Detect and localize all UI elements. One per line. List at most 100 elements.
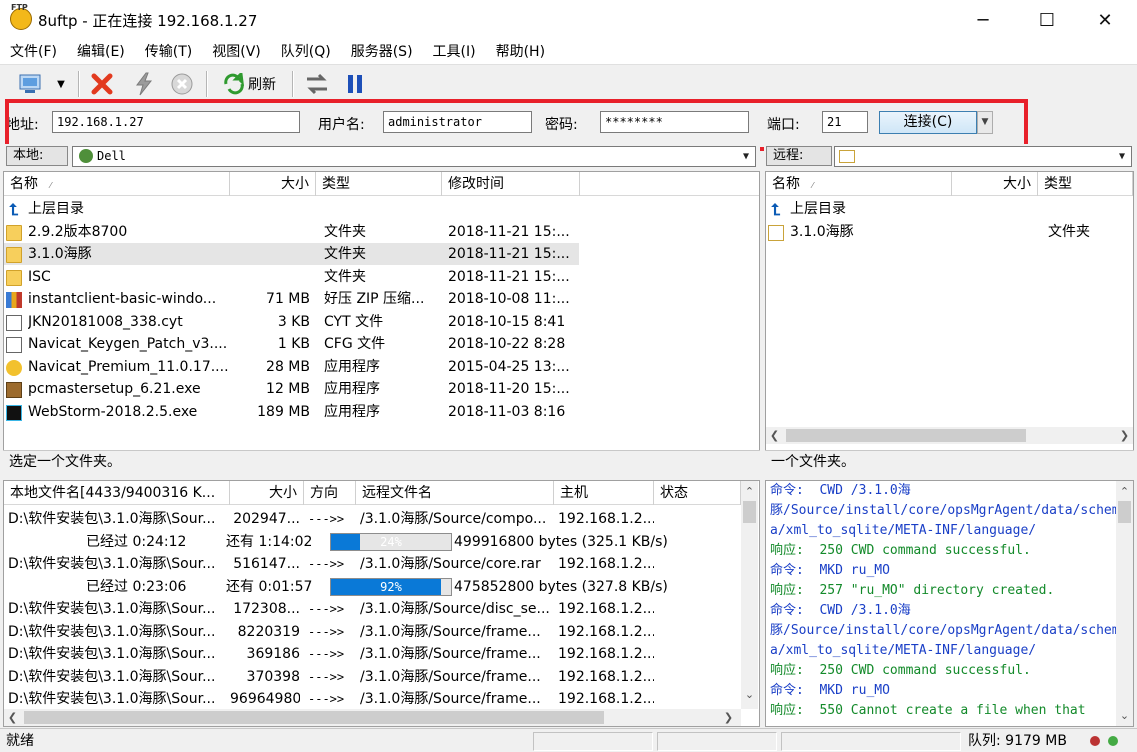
- file-type: 文件夹: [324, 268, 366, 285]
- scroll-right-icon[interactable]: ❯: [1116, 427, 1133, 444]
- file-row[interactable]: Navicat_Keygen_Patch_v3.... 1 KB CFG 文件 201…: [4, 333, 759, 355]
- queue-col-status[interactable]: 状态: [654, 481, 741, 505]
- file-size: 3 KB: [277, 313, 310, 330]
- queue-size: 202947...: [233, 511, 300, 527]
- scroll-thumb[interactable]: [743, 501, 756, 523]
- file-size: 1 KB: [277, 336, 310, 352]
- password-field[interactable]: ********: [600, 111, 749, 133]
- menu-item[interactable]: 视图(V): [202, 40, 271, 64]
- menu-item[interactable]: 帮助(H): [486, 40, 555, 64]
- file-row[interactable]: ISC 文件夹 2018-11-21 15:...: [4, 266, 759, 288]
- refresh-button[interactable]: 刷新: [216, 71, 282, 97]
- remote-col-type[interactable]: 类型: [1038, 172, 1133, 196]
- remote-col-size[interactable]: 大小: [952, 172, 1038, 196]
- log-line: 响应: 250 CWD command successful.: [770, 663, 1031, 678]
- local-path-combo[interactable]: Dell ▼: [72, 146, 756, 167]
- port-field[interactable]: 21: [822, 111, 868, 133]
- connect-button[interactable]: 连接(C): [879, 111, 977, 134]
- scroll-down-icon[interactable]: ⌄: [1116, 707, 1133, 724]
- queue-remote-name: /3.1.0海豚/Source/core.rar: [360, 556, 541, 572]
- scroll-thumb[interactable]: [786, 429, 1026, 442]
- chevron-down-icon[interactable]: ▼: [1113, 147, 1131, 166]
- menu-item[interactable]: 编辑(E): [67, 40, 135, 64]
- scroll-thumb[interactable]: [1118, 501, 1131, 523]
- queue-header: 本地文件名[4433/9400316 K... 大小 方向 远程文件名 主机 状…: [4, 481, 741, 505]
- disconnect-icon[interactable]: [88, 71, 116, 97]
- log-line: 命令: CWD /3.1.0海: [770, 603, 911, 618]
- minimize-button[interactable]: ─: [960, 0, 1006, 40]
- close-button[interactable]: ✕: [1082, 0, 1128, 40]
- webstorm-icon: [6, 404, 22, 421]
- queue-col-host[interactable]: 主机: [554, 481, 654, 505]
- local-col-modified[interactable]: 修改时间: [442, 172, 580, 196]
- transfer-icon[interactable]: [302, 71, 332, 97]
- address-field[interactable]: 192.168.1.27: [52, 111, 300, 133]
- menu-item[interactable]: 服务器(S): [341, 40, 423, 64]
- refresh-icon: [224, 73, 245, 95]
- scroll-left-icon[interactable]: ❮: [766, 427, 783, 444]
- local-col-name[interactable]: 名称 ⁄: [4, 172, 230, 196]
- site-manager-icon[interactable]: [16, 71, 46, 97]
- menu-item[interactable]: 传输(T): [135, 40, 202, 64]
- queue-row[interactable]: D:\软件安装包\3.1.0海豚\Sour... 172308... --->> /3…: [4, 598, 741, 620]
- file-row[interactable]: Navicat_Premium_11.0.17.... 28 MB 应用程序 2015…: [4, 356, 759, 378]
- remote-hscrollbar[interactable]: ❮ ❯: [766, 427, 1133, 444]
- status-bar: 就绪 队列: 9179 MB: [0, 728, 1137, 752]
- queue-row[interactable]: D:\软件安装包\3.1.0海豚\Sour... 8220319 --->> /3.1…: [4, 621, 741, 643]
- queue-vscrollbar[interactable]: ⌃ ⌄: [741, 481, 758, 709]
- local-col-type[interactable]: 类型: [316, 172, 442, 196]
- queue-row[interactable]: D:\软件安装包\3.1.0海豚\Sour... 370398 --->> /3.1.…: [4, 666, 741, 688]
- scroll-up-icon[interactable]: ⌃: [741, 483, 758, 500]
- menu-item[interactable]: 队列(Q): [271, 40, 341, 64]
- file-row[interactable]: ⮤ 上层目录: [766, 198, 1133, 220]
- file-type: 好压 ZIP 压缩...: [324, 291, 425, 307]
- queue-remote-name: /3.1.0海豚/Source/frame...: [360, 691, 541, 707]
- queue-row[interactable]: D:\软件安装包\3.1.0海豚\Sour... 516147... --->> /3…: [4, 553, 741, 575]
- queue-direction: --->>: [308, 624, 345, 639]
- scroll-right-icon[interactable]: ❯: [720, 709, 737, 726]
- local-col-size[interactable]: 大小: [230, 172, 316, 196]
- file-row[interactable]: WebStorm-2018.2.5.exe 189 MB 应用程序 2018-11-0…: [4, 401, 759, 423]
- maximize-button[interactable]: ☐: [1024, 0, 1070, 40]
- remote-path-label[interactable]: 远程:: [766, 146, 832, 166]
- file-row[interactable]: instantclient-basic-windo... 71 MB 好压 ZIP …: [4, 288, 759, 310]
- pause-icon[interactable]: [342, 71, 368, 97]
- file-row[interactable]: 2.9.2版本8700 文件夹 2018-11-21 15:...: [4, 221, 759, 243]
- remote-col-name[interactable]: 名称 ⁄: [766, 172, 952, 196]
- remote-rows: ⮤ 上层目录 3.1.0海豚 文件夹: [766, 198, 1133, 398]
- log-vscrollbar[interactable]: ⌃ ⌄: [1116, 481, 1133, 726]
- queue-row[interactable]: D:\软件安装包\3.1.0海豚\Sour... 202947... --->> /3…: [4, 508, 741, 530]
- scroll-down-icon[interactable]: ⌄: [741, 686, 758, 703]
- log-line: a/xml_to_sqlite/META-INF/language/: [770, 523, 1037, 538]
- file-row[interactable]: JKN20181008_338.cyt 3 KB CYT 文件 2018-10-15 …: [4, 311, 759, 333]
- stop-icon[interactable]: [168, 71, 196, 97]
- chevron-down-icon[interactable]: ▼: [737, 147, 755, 166]
- remaining-time: 还有 1:14:02: [226, 533, 313, 550]
- remote-path-combo[interactable]: ▼: [834, 146, 1132, 167]
- site-manager-dropdown-icon[interactable]: ▼: [52, 71, 70, 97]
- queue-row[interactable]: D:\软件安装包\3.1.0海豚\Sour... 369186 --->> /3.1.…: [4, 643, 741, 665]
- username-field[interactable]: administrator: [383, 111, 532, 133]
- file-row[interactable]: pcmastersetup_6.21.exe 12 MB 应用程序 2018-11-2…: [4, 378, 759, 400]
- file-name: pcmastersetup_6.21.exe: [28, 381, 201, 397]
- queue-col-direction[interactable]: 方向: [304, 481, 356, 505]
- queue-col-local[interactable]: 本地文件名[4433/9400316 K...: [4, 481, 230, 505]
- menu-item[interactable]: 文件(F): [0, 40, 67, 64]
- scroll-up-icon[interactable]: ⌃: [1116, 483, 1133, 500]
- scroll-left-icon[interactable]: ❮: [4, 709, 21, 726]
- queue-hscrollbar[interactable]: ❮ ❯: [4, 709, 741, 726]
- lightning-icon[interactable]: [130, 71, 158, 97]
- log-pane: 命令: CWD /3.1.0海 豚/Source/install/core/ops…: [765, 480, 1134, 727]
- queue-row[interactable]: D:\软件安装包\3.1.0海豚\Sour... 96964980 --->> /3.…: [4, 688, 741, 708]
- log-line: 豚/Source/install/core/opsMgrAgent/data/s…: [770, 503, 1116, 518]
- file-row[interactable]: 3.1.0海豚 文件夹: [766, 221, 1133, 243]
- file-row[interactable]: 3.1.0海豚 文件夹 2018-11-21 15:...: [4, 243, 579, 265]
- scroll-thumb[interactable]: [24, 711, 604, 724]
- transfer-progress-row: 已经过 0:24:12 还有 1:14:02 24% 499916800 bytes …: [4, 531, 741, 553]
- connect-dropdown-icon[interactable]: ▼: [977, 111, 993, 134]
- menu-item[interactable]: 工具(I): [423, 40, 486, 64]
- file-row[interactable]: ⮤ 上层目录: [4, 198, 759, 220]
- local-path-label[interactable]: 本地:: [6, 146, 68, 166]
- queue-col-remote[interactable]: 远程文件名: [356, 481, 554, 505]
- queue-col-size[interactable]: 大小: [230, 481, 304, 505]
